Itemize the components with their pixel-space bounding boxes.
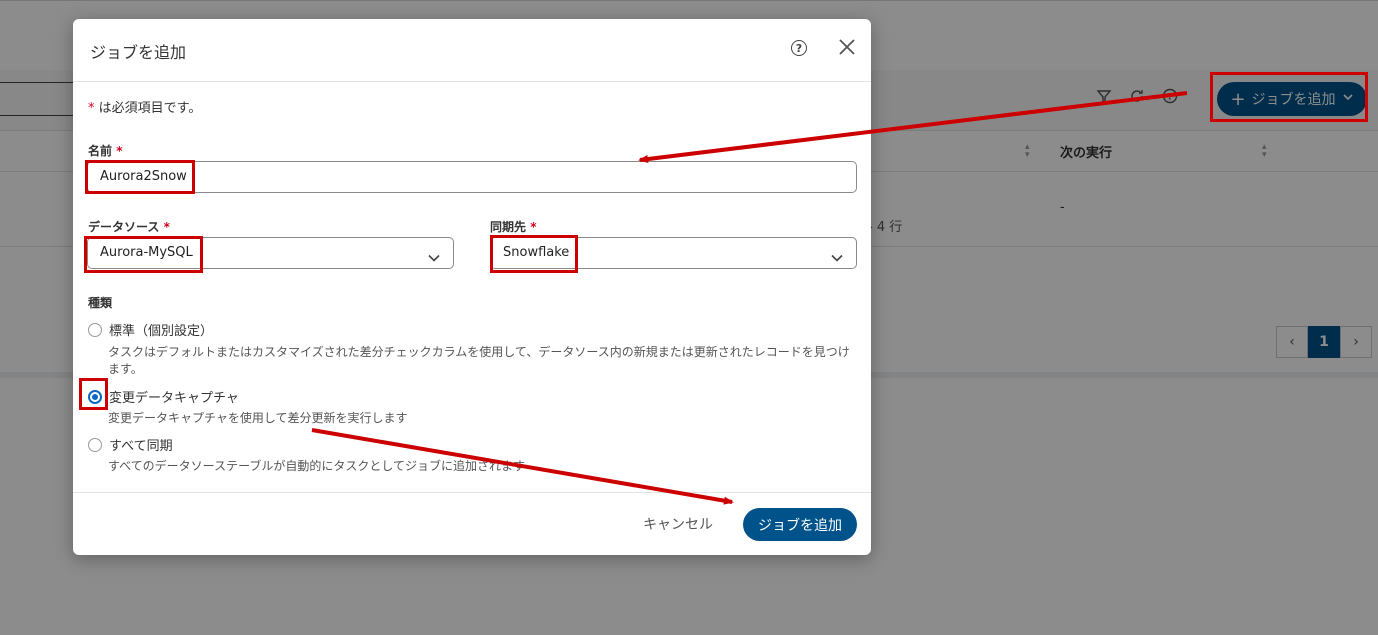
- destination-value: Snowflake: [503, 245, 570, 260]
- radio-description: 変更データキャプチャを使用して差分更新を実行します: [108, 411, 408, 425]
- radio-description: すべてのデータソーステーブルが自動的にタスクとしてジョブに追加されます: [108, 459, 526, 473]
- radio-option-sync-all[interactable]: すべて同期: [88, 435, 173, 454]
- radio-description: タスクはデフォルトまたはカスタマイズされた差分チェックカラムを使用して、データソ…: [108, 345, 850, 376]
- name-input[interactable]: Aurora2Snow: [87, 161, 857, 193]
- data-source-value: Aurora-MySQL: [100, 245, 193, 260]
- radio-label: すべて同期: [109, 439, 173, 454]
- data-source-label: データソース *: [88, 218, 170, 235]
- type-label: 種類: [88, 296, 113, 310]
- help-icon[interactable]: ?: [791, 40, 807, 56]
- dialog-title: ジョブを追加: [90, 43, 187, 62]
- radio-button[interactable]: [88, 322, 102, 337]
- dialog-header: ジョブを追加 ?: [73, 19, 871, 82]
- required-note: * は必須項目です。: [88, 97, 201, 116]
- required-mark: *: [530, 220, 537, 234]
- radio-label: 標準（個別設定）: [109, 324, 214, 339]
- data-source-select[interactable]: Aurora-MySQL: [87, 237, 454, 269]
- name-label-text: 名前: [88, 144, 113, 158]
- name-label: 名前 *: [88, 142, 122, 159]
- add-job-dialog: ジョブを追加 ? * は必須項目です。 名前 * Aurora2Snow データ…: [73, 19, 871, 555]
- required-mark: *: [163, 220, 170, 234]
- radio-option-standard[interactable]: 標準（個別設定）: [88, 320, 213, 339]
- chevron-down-icon: [830, 247, 844, 262]
- required-mark: *: [116, 144, 123, 158]
- destination-select[interactable]: Snowflake: [490, 237, 857, 269]
- required-note-text: は必須項目です。: [94, 101, 202, 116]
- cancel-button[interactable]: キャンセル: [643, 514, 713, 534]
- radio-button[interactable]: [88, 437, 102, 452]
- radio-label: 変更データキャプチャ: [109, 391, 239, 406]
- destination-label: 同期先 *: [490, 218, 536, 235]
- radio-button-selected[interactable]: [88, 389, 102, 404]
- data-source-label-text: データソース: [88, 220, 160, 234]
- chevron-down-icon: [427, 247, 441, 262]
- radio-option-cdc[interactable]: 変更データキャプチャ: [88, 387, 239, 406]
- dialog-footer: キャンセル ジョブを追加: [73, 492, 871, 556]
- close-icon[interactable]: [836, 36, 858, 58]
- destination-label-text: 同期先: [490, 220, 527, 234]
- add-job-submit-button[interactable]: ジョブを追加: [743, 508, 857, 541]
